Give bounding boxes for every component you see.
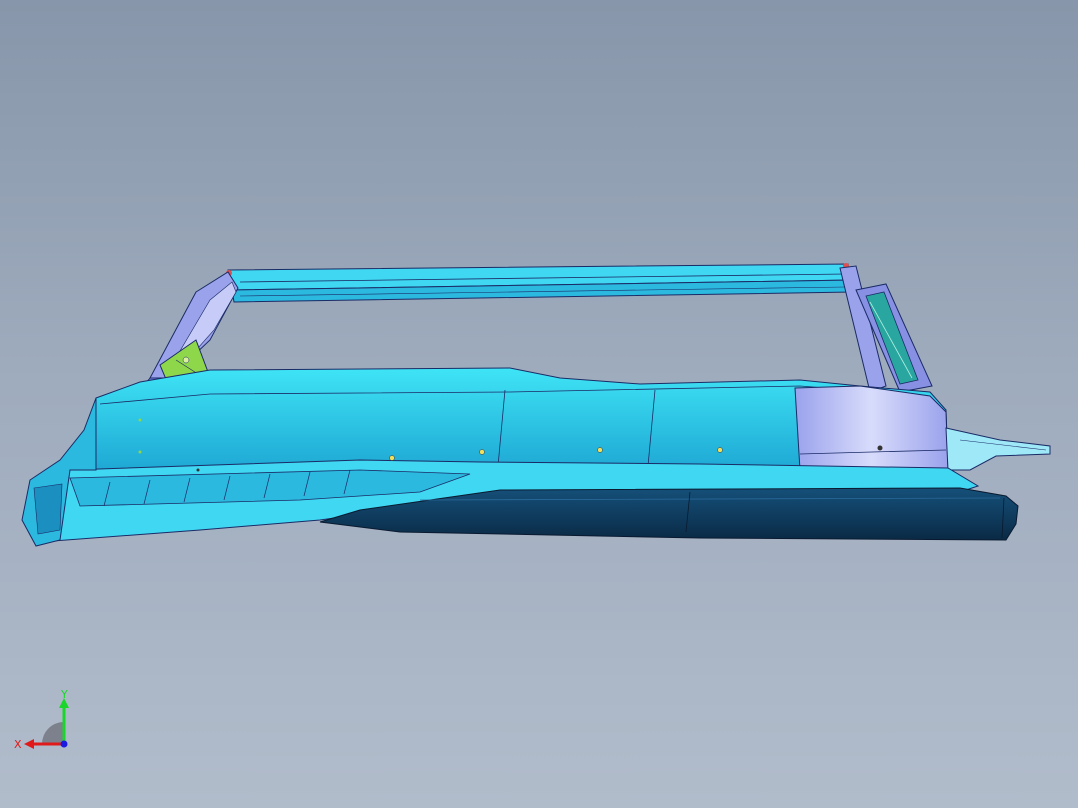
y-axis-label: Y <box>60 688 68 701</box>
triad-shade-quadrant <box>42 722 64 744</box>
rear-wheelhouse-panel[interactable] <box>794 385 949 471</box>
c-pillar[interactable] <box>839 265 933 393</box>
vehicle-body-side-model[interactable] <box>0 0 1078 808</box>
z-axis-dot <box>60 740 68 748</box>
x-axis-label: X <box>14 738 22 751</box>
3d-viewport[interactable]: Y X <box>0 0 1078 808</box>
roof-rail[interactable] <box>226 263 853 303</box>
orientation-triad[interactable]: Y X <box>10 686 80 756</box>
rear-extension-bracket[interactable] <box>945 427 1051 471</box>
